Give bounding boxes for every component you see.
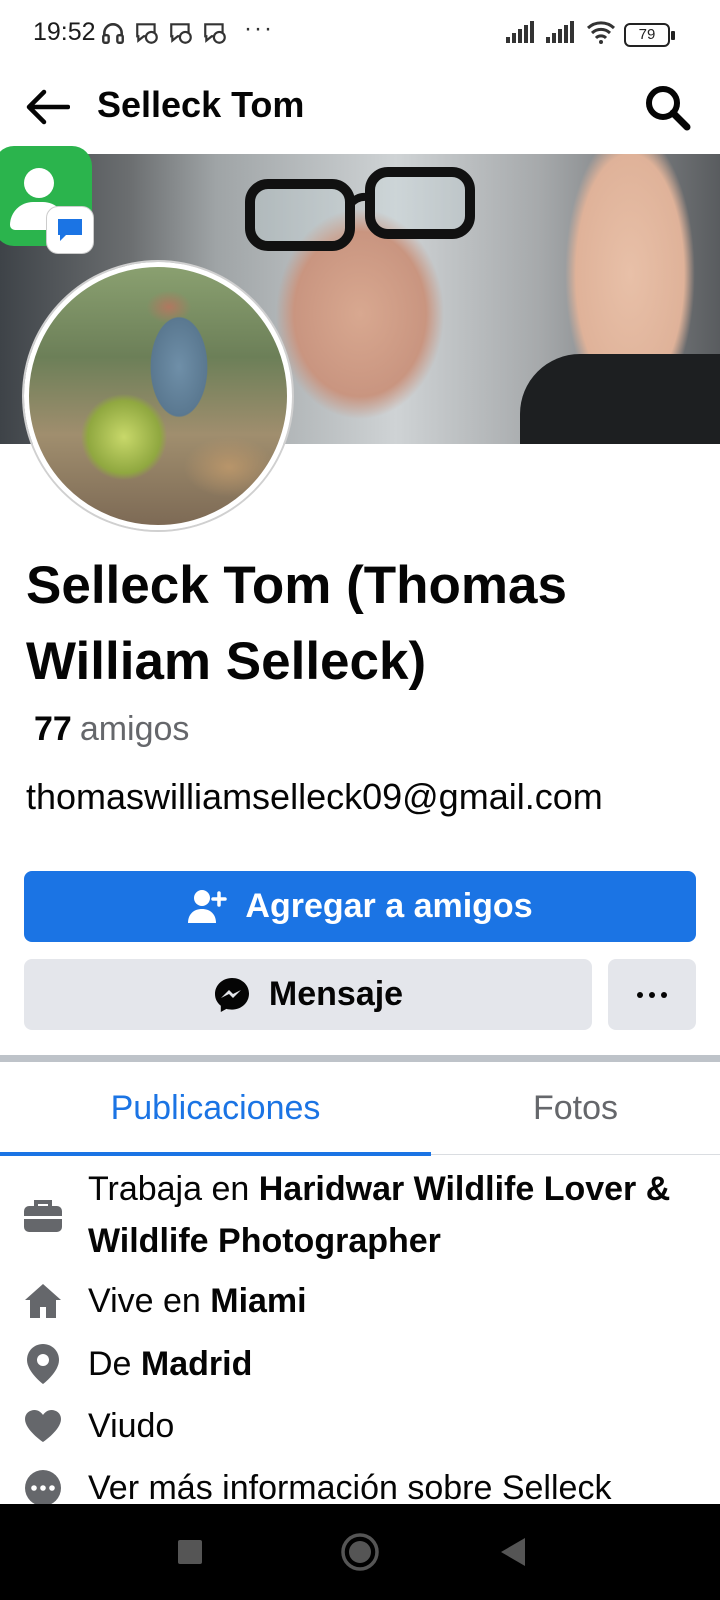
- message-button[interactable]: Mensaje: [24, 959, 592, 1030]
- profile-photo[interactable]: [24, 262, 292, 530]
- friends-count-number: 77: [34, 710, 72, 748]
- friends-label: amigos: [79, 710, 190, 748]
- search-icon: [646, 86, 691, 131]
- recents-button[interactable]: [164, 1526, 216, 1578]
- friends-count[interactable]: 77 amigos: [34, 710, 189, 749]
- circle-icon: [341, 1533, 379, 1571]
- add-friend-button[interactable]: Agregar a amigos: [24, 871, 696, 942]
- triangle-back-icon: [501, 1538, 525, 1566]
- location-pin-icon: [22, 1343, 64, 1385]
- add-friend-label: Agregar a amigos: [245, 887, 533, 925]
- back-nav-button[interactable]: [486, 1526, 538, 1578]
- page-title: Selleck Tom: [97, 84, 305, 125]
- intro-lives-prefix: Vive en: [88, 1282, 211, 1320]
- square-icon: [178, 1540, 202, 1564]
- messenger-notification-icon: [134, 20, 160, 46]
- intro-lives-text: Vive en Miami: [88, 1275, 698, 1327]
- intro-relationship-text: Viudo: [88, 1407, 175, 1445]
- intro-lives-place[interactable]: Miami: [210, 1282, 306, 1320]
- profile-name: Selleck Tom (Thomas William Selleck): [26, 556, 567, 691]
- more-notifications-icon: ···: [244, 15, 274, 42]
- back-button[interactable]: [22, 82, 72, 132]
- message-label: Mensaje: [268, 975, 404, 1013]
- more-info-icon: [22, 1467, 64, 1504]
- profile-email: thomaswilliamselleck09@gmail.com: [26, 776, 603, 817]
- intro-work-prefix: Trabaja en: [88, 1170, 259, 1208]
- heart-icon: [22, 1405, 64, 1447]
- intro-see-more[interactable]: Ver más información sobre Selleck: [0, 1462, 720, 1504]
- tab-photos[interactable]: Fotos: [431, 1062, 720, 1155]
- intro-from-text: De Madrid: [88, 1338, 698, 1390]
- profile-tabs: Publicaciones Fotos: [0, 1062, 720, 1156]
- messenger-notification-icon: [168, 20, 194, 46]
- intro-from-place[interactable]: Madrid: [141, 1345, 252, 1383]
- message-bubble-icon: [46, 206, 94, 254]
- intro-see-more-text: Ver más información sobre Selleck: [88, 1469, 612, 1504]
- section-divider: [0, 1055, 720, 1062]
- intro-from-prefix: De: [88, 1345, 141, 1383]
- wifi-icon: [586, 20, 616, 49]
- cover-glasses-graphic: [245, 167, 475, 251]
- intro-work-text: Trabaja en Haridwar Wildlife Lover & Wil…: [88, 1163, 698, 1267]
- contacts-app-icon[interactable]: [0, 146, 94, 254]
- status-time: 19:52: [33, 18, 96, 46]
- cover-shadow-shape: [520, 354, 720, 444]
- status-system-icons: 79: [506, 20, 675, 49]
- arrow-left-icon: [26, 89, 70, 125]
- tab-posts[interactable]: Publicaciones: [0, 1062, 431, 1156]
- home-button[interactable]: [334, 1526, 386, 1578]
- home-icon: [22, 1280, 64, 1322]
- battery-icon: 79: [624, 22, 675, 47]
- briefcase-icon: [22, 1195, 64, 1237]
- search-button[interactable]: [640, 80, 694, 134]
- signal-icon: [506, 21, 538, 48]
- signal-icon: [546, 21, 578, 48]
- headphones-icon: [100, 20, 126, 46]
- app-bar: Selleck Tom: [0, 66, 720, 154]
- messenger-notification-icon: [202, 20, 228, 46]
- messenger-icon: [214, 977, 249, 1012]
- status-bar: 19:52 ··· 79: [0, 0, 720, 66]
- system-navigation-bar: [0, 1504, 720, 1600]
- add-person-icon: [188, 889, 228, 923]
- ellipsis-icon: [637, 991, 643, 998]
- status-notification-icons: ···: [100, 15, 274, 46]
- more-options-button[interactable]: [608, 959, 696, 1030]
